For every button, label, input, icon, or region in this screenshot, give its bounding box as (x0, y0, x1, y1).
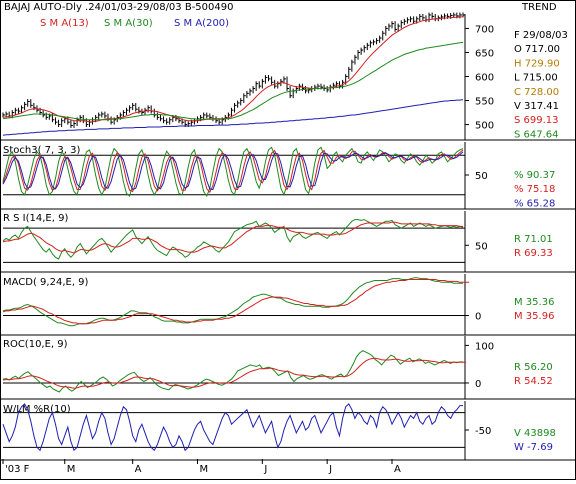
x-tick-label: M (67, 464, 76, 475)
y-tick-label: 700 (475, 24, 494, 35)
chart-title: BAJAJ AUTO-Dly .24/01/03-29/08/03 B-5004… (4, 2, 233, 13)
y-tick-label: 50 (475, 171, 488, 182)
readout-price-4: C 728.00 (514, 87, 559, 98)
x-tick-label: M (199, 464, 208, 475)
y-tick-label: 550 (475, 97, 494, 108)
readout-price-6: S 699.13 (514, 115, 559, 126)
panel-title-wlm: W/LM %R(10) (3, 404, 71, 415)
readout-price-3: L 715.00 (514, 73, 558, 84)
readout-price-5: V 317.41 (514, 101, 559, 112)
panel-title-stoch: Stoch3( 7, 3, 3) (3, 145, 80, 156)
chart-canvas: BAJAJ AUTO-Dly .24/01/03-29/08/03 B-5004… (0, 0, 576, 480)
readout-wlm-0: V 43898 (514, 428, 556, 439)
readout-macd-0: M 35.36 (514, 297, 554, 308)
x-tick-label: J (328, 464, 332, 475)
readout-stoch-2: % 65.28 (514, 198, 555, 209)
x-tick-label: '03 F (5, 464, 30, 475)
technical-chart: BAJAJ AUTO-Dly .24/01/03-29/08/03 B-5004… (0, 0, 576, 480)
readout-stoch-0: % 90.37 (514, 170, 555, 181)
panel-title-roc: ROC(10,E, 9) (3, 339, 68, 350)
panel-title-macd: MACD( 9,24,E, 9) (3, 277, 89, 288)
legend-sma30: S M A(30) (104, 18, 153, 29)
x-tick-label: A (135, 464, 142, 475)
y-tick-label: 100 (475, 341, 494, 352)
legend-sma13: S M A(13) (40, 18, 89, 29)
y-tick-label: 500 (475, 121, 494, 132)
readout-stoch-1: % 75.18 (514, 184, 555, 195)
readout-wlm-1: W -7.69 (514, 442, 553, 453)
y-tick-label: -50 (475, 426, 491, 437)
readout-price-7: S 647.64 (514, 129, 559, 140)
y-tick-label: 0 (475, 312, 481, 323)
readout-roc-0: R 56.20 (514, 362, 553, 373)
readout-price-1: O 717.00 (514, 44, 560, 55)
readout-roc-1: R 54.52 (514, 376, 553, 387)
x-tick-label: J (263, 464, 267, 475)
readout-rsi-0: R 71.01 (514, 234, 553, 245)
y-tick-label: 50 (475, 241, 488, 252)
readout-price-2: H 729.90 (514, 58, 560, 69)
readout-rsi-1: R 69.33 (514, 248, 553, 259)
x-tick-label: A (394, 464, 401, 475)
y-tick-label: 0 (475, 379, 481, 390)
y-tick-label: 600 (475, 73, 494, 84)
y-tick-label: 650 (475, 48, 494, 59)
readout-price-0: F 29/08/03 (514, 30, 568, 41)
panel-title-rsi: R S I(14,E, 9) (3, 213, 68, 224)
trend-label: TREND (521, 2, 557, 13)
legend-sma200: S M A(200) (174, 18, 229, 29)
readout-macd-1: M 35.96 (514, 311, 554, 322)
